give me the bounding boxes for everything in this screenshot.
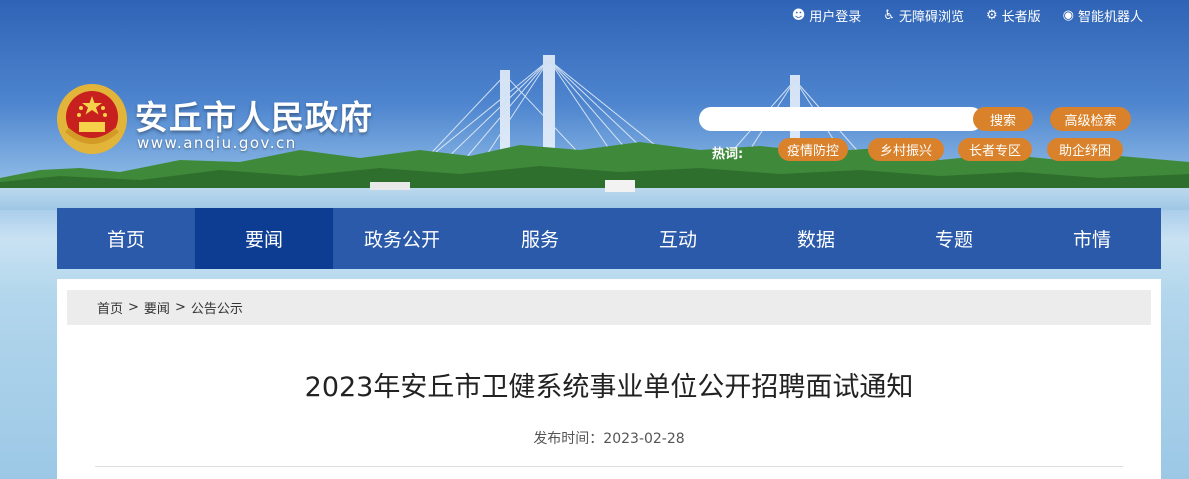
site-url: www.anqiu.gov.cn — [137, 134, 297, 152]
wheelchair-icon: ♿ — [883, 8, 895, 23]
elder-icon: ⚙ — [985, 8, 998, 23]
elder-version-link[interactable]: ⚙ 长者版 — [986, 6, 1041, 25]
breadcrumb: 首页 > 要闻 > 公告公示 — [67, 290, 1151, 325]
nav-home[interactable]: 首页 — [57, 208, 195, 269]
hot-tag-elder[interactable]: 长者专区 — [958, 138, 1032, 161]
robot-icon: ◉ — [1062, 8, 1074, 23]
search-input[interactable] — [699, 107, 983, 131]
breadcrumb-announcements[interactable]: 公告公示 — [191, 298, 243, 317]
main-nav: 首页 要闻 政务公开 服务 互动 数据 专题 市情 — [57, 208, 1161, 269]
content-panel: 首页 > 要闻 > 公告公示 2023年安丘市卫健系统事业单位公开招聘面试通知 … — [57, 279, 1161, 479]
accessibility-label: 无障碍浏览 — [898, 10, 964, 25]
hot-tag-rural[interactable]: 乡村振兴 — [868, 138, 944, 161]
search-button[interactable]: 搜索 — [973, 107, 1033, 131]
advanced-search-button[interactable]: 高级检索 — [1050, 107, 1131, 131]
nav-data[interactable]: 数据 — [747, 208, 885, 269]
breadcrumb-news[interactable]: 要闻 — [144, 298, 170, 317]
elder-version-label: 长者版 — [1001, 10, 1041, 25]
publish-date: 发布时间：2023-02-28 — [533, 431, 685, 447]
national-emblem-logo — [55, 82, 129, 156]
nav-topics[interactable]: 专题 — [885, 208, 1023, 269]
hot-words-label: 热词: — [712, 147, 744, 162]
nav-interaction[interactable]: 互动 — [609, 208, 747, 269]
breadcrumb-home[interactable]: 首页 — [97, 298, 123, 317]
hot-tag-epidemic[interactable]: 疫情防控 — [778, 138, 848, 161]
top-links: ☻ 用户登录 ♿ 无障碍浏览 ⚙ 长者版 ◉ 智能机器人 — [792, 6, 1143, 25]
robot-link[interactable]: ◉ 智能机器人 — [1063, 6, 1143, 25]
nav-city-info[interactable]: 市情 — [1023, 208, 1161, 269]
nav-gov-affairs[interactable]: 政务公开 — [333, 208, 471, 269]
robot-label: 智能机器人 — [1077, 10, 1143, 25]
nav-services[interactable]: 服务 — [471, 208, 609, 269]
article-title: 2023年安丘市卫健系统事业单位公开招聘面试通知 — [304, 372, 914, 403]
breadcrumb-separator: > — [174, 300, 186, 315]
accessibility-link[interactable]: ♿ 无障碍浏览 — [883, 6, 964, 25]
user-login-label: 用户登录 — [809, 10, 862, 25]
site-title[interactable]: 安丘市人民政府 — [135, 91, 373, 139]
divider — [95, 466, 1123, 467]
nav-news[interactable]: 要闻 — [195, 208, 333, 269]
breadcrumb-separator: > — [128, 300, 139, 315]
user-login-link[interactable]: ☻ 用户登录 — [792, 6, 862, 25]
hot-tag-business[interactable]: 助企纾困 — [1047, 138, 1123, 161]
person-icon: ☻ — [791, 8, 806, 23]
